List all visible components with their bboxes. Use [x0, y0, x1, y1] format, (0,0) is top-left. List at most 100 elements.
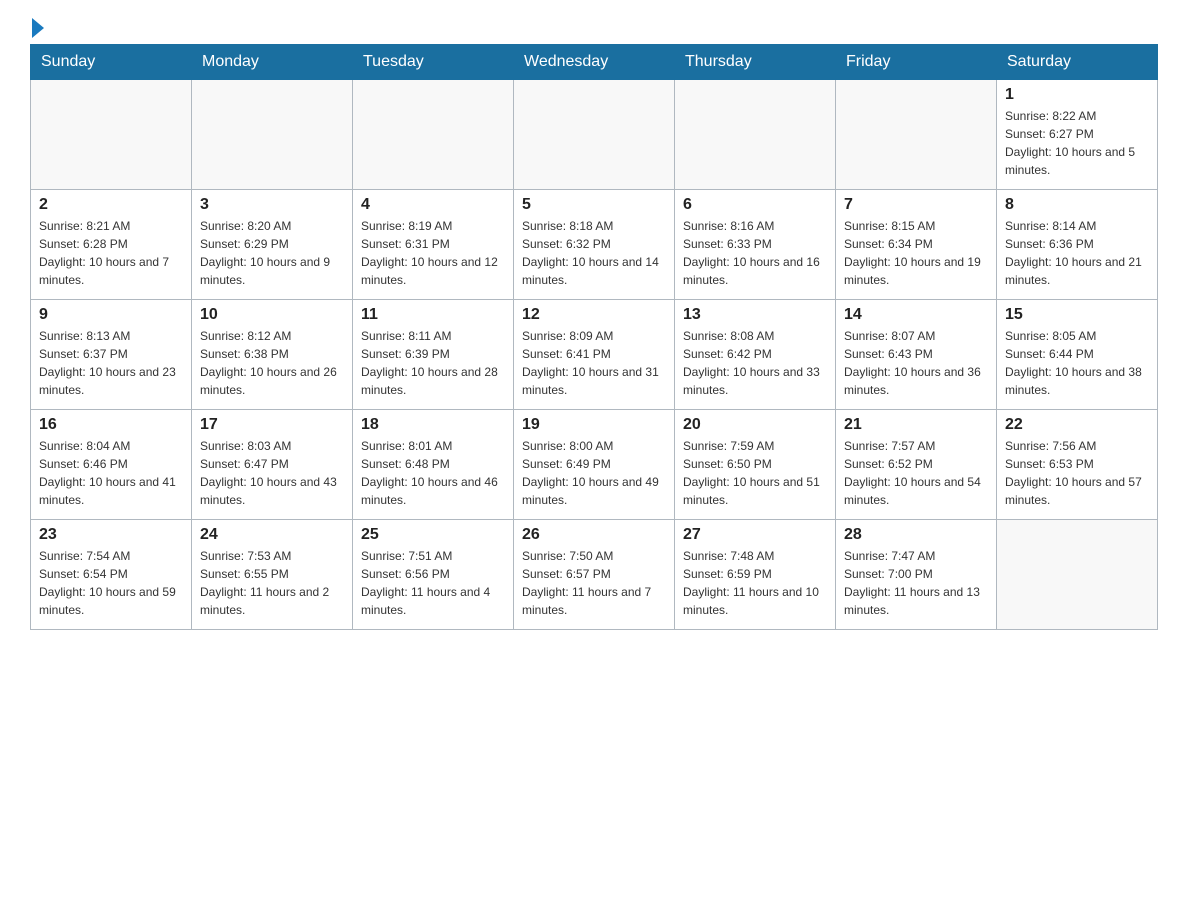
- calendar-week-row: 2 Sunrise: 8:21 AM Sunset: 6:28 PM Daylig…: [31, 190, 1158, 300]
- day-info: Sunrise: 8:07 AM Sunset: 6:43 PM Dayligh…: [844, 327, 988, 399]
- day-number: 25: [361, 526, 505, 544]
- calendar-week-row: 1 Sunrise: 8:22 AM Sunset: 6:27 PM Daylig…: [31, 80, 1158, 190]
- calendar-cell: [836, 80, 997, 190]
- weekday-header-tuesday: Tuesday: [353, 45, 514, 80]
- day-info: Sunrise: 8:08 AM Sunset: 6:42 PM Dayligh…: [683, 327, 827, 399]
- calendar-cell: 14 Sunrise: 8:07 AM Sunset: 6:43 PM Dayli…: [836, 300, 997, 410]
- day-number: 19: [522, 416, 666, 434]
- calendar-cell: 5 Sunrise: 8:18 AM Sunset: 6:32 PM Daylig…: [514, 190, 675, 300]
- weekday-header-row: SundayMondayTuesdayWednesdayThursdayFrid…: [31, 45, 1158, 80]
- day-info: Sunrise: 8:09 AM Sunset: 6:41 PM Dayligh…: [522, 327, 666, 399]
- weekday-header-sunday: Sunday: [31, 45, 192, 80]
- day-info: Sunrise: 8:21 AM Sunset: 6:28 PM Dayligh…: [39, 217, 183, 289]
- weekday-header-thursday: Thursday: [675, 45, 836, 80]
- day-info: Sunrise: 8:18 AM Sunset: 6:32 PM Dayligh…: [522, 217, 666, 289]
- day-info: Sunrise: 8:03 AM Sunset: 6:47 PM Dayligh…: [200, 437, 344, 509]
- day-info: Sunrise: 7:47 AM Sunset: 7:00 PM Dayligh…: [844, 547, 988, 619]
- day-info: Sunrise: 8:00 AM Sunset: 6:49 PM Dayligh…: [522, 437, 666, 509]
- day-info: Sunrise: 7:51 AM Sunset: 6:56 PM Dayligh…: [361, 547, 505, 619]
- day-number: 23: [39, 526, 183, 544]
- day-number: 27: [683, 526, 827, 544]
- day-number: 13: [683, 306, 827, 324]
- calendar-cell: 16Sunrise: 8:04 AM Sunset: 6:46 PM Dayli…: [31, 410, 192, 520]
- day-info: Sunrise: 7:57 AM Sunset: 6:52 PM Dayligh…: [844, 437, 988, 509]
- day-info: Sunrise: 8:05 AM Sunset: 6:44 PM Dayligh…: [1005, 327, 1149, 399]
- day-number: 2: [39, 196, 183, 214]
- calendar-cell: 2 Sunrise: 8:21 AM Sunset: 6:28 PM Daylig…: [31, 190, 192, 300]
- day-info: Sunrise: 8:19 AM Sunset: 6:31 PM Dayligh…: [361, 217, 505, 289]
- day-number: 10: [200, 306, 344, 324]
- day-info: Sunrise: 7:48 AM Sunset: 6:59 PM Dayligh…: [683, 547, 827, 619]
- calendar-cell: [31, 80, 192, 190]
- weekday-header-monday: Monday: [192, 45, 353, 80]
- calendar-cell: 20Sunrise: 7:59 AM Sunset: 6:50 PM Dayli…: [675, 410, 836, 520]
- day-number: 20: [683, 416, 827, 434]
- calendar-cell: 24 Sunrise: 7:53 AM Sunset: 6:55 PM Dayli…: [192, 520, 353, 630]
- day-info: Sunrise: 8:14 AM Sunset: 6:36 PM Dayligh…: [1005, 217, 1149, 289]
- weekday-header-saturday: Saturday: [997, 45, 1158, 80]
- calendar-week-row: 23 Sunrise: 7:54 AM Sunset: 6:54 PM Dayli…: [31, 520, 1158, 630]
- day-number: 8: [1005, 196, 1149, 214]
- calendar-cell: [997, 520, 1158, 630]
- calendar-header: SundayMondayTuesdayWednesdayThursdayFrid…: [31, 45, 1158, 80]
- day-number: 11: [361, 306, 505, 324]
- calendar-body: 1 Sunrise: 8:22 AM Sunset: 6:27 PM Daylig…: [31, 80, 1158, 630]
- calendar-cell: [353, 80, 514, 190]
- day-info: Sunrise: 8:16 AM Sunset: 6:33 PM Dayligh…: [683, 217, 827, 289]
- day-number: 14: [844, 306, 988, 324]
- day-info: Sunrise: 8:15 AM Sunset: 6:34 PM Dayligh…: [844, 217, 988, 289]
- calendar-cell: 28 Sunrise: 7:47 AM Sunset: 7:00 PM Dayli…: [836, 520, 997, 630]
- day-number: 15: [1005, 306, 1149, 324]
- day-info: Sunrise: 7:50 AM Sunset: 6:57 PM Dayligh…: [522, 547, 666, 619]
- day-number: 28: [844, 526, 988, 544]
- day-number: 24: [200, 526, 344, 544]
- calendar-cell: 9 Sunrise: 8:13 AM Sunset: 6:37 PM Daylig…: [31, 300, 192, 410]
- day-number: 4: [361, 196, 505, 214]
- calendar-cell: 21 Sunrise: 7:57 AM Sunset: 6:52 PM Dayli…: [836, 410, 997, 520]
- day-info: Sunrise: 7:56 AM Sunset: 6:53 PM Dayligh…: [1005, 437, 1149, 509]
- day-info: Sunrise: 8:01 AM Sunset: 6:48 PM Dayligh…: [361, 437, 505, 509]
- calendar-cell: 3Sunrise: 8:20 AM Sunset: 6:29 PM Daylig…: [192, 190, 353, 300]
- calendar-cell: 8 Sunrise: 8:14 AM Sunset: 6:36 PM Daylig…: [997, 190, 1158, 300]
- calendar-cell: 6Sunrise: 8:16 AM Sunset: 6:33 PM Daylig…: [675, 190, 836, 300]
- calendar-cell: 11 Sunrise: 8:11 AM Sunset: 6:39 PM Dayli…: [353, 300, 514, 410]
- day-number: 18: [361, 416, 505, 434]
- day-number: 9: [39, 306, 183, 324]
- calendar-cell: 4 Sunrise: 8:19 AM Sunset: 6:31 PM Daylig…: [353, 190, 514, 300]
- day-number: 7: [844, 196, 988, 214]
- day-number: 1: [1005, 86, 1149, 104]
- day-info: Sunrise: 8:04 AM Sunset: 6:46 PM Dayligh…: [39, 437, 183, 509]
- calendar-cell: 25 Sunrise: 7:51 AM Sunset: 6:56 PM Dayli…: [353, 520, 514, 630]
- calendar-week-row: 16Sunrise: 8:04 AM Sunset: 6:46 PM Dayli…: [31, 410, 1158, 520]
- calendar-cell: 1 Sunrise: 8:22 AM Sunset: 6:27 PM Daylig…: [997, 80, 1158, 190]
- calendar-cell: 12 Sunrise: 8:09 AM Sunset: 6:41 PM Dayli…: [514, 300, 675, 410]
- calendar-cell: [514, 80, 675, 190]
- calendar-cell: 27 Sunrise: 7:48 AM Sunset: 6:59 PM Dayli…: [675, 520, 836, 630]
- calendar-table: SundayMondayTuesdayWednesdayThursdayFrid…: [30, 44, 1158, 630]
- calendar-week-row: 9 Sunrise: 8:13 AM Sunset: 6:37 PM Daylig…: [31, 300, 1158, 410]
- calendar-cell: 22 Sunrise: 7:56 AM Sunset: 6:53 PM Dayli…: [997, 410, 1158, 520]
- page-header: [30, 20, 1158, 34]
- day-info: Sunrise: 8:11 AM Sunset: 6:39 PM Dayligh…: [361, 327, 505, 399]
- day-info: Sunrise: 7:54 AM Sunset: 6:54 PM Dayligh…: [39, 547, 183, 619]
- day-number: 26: [522, 526, 666, 544]
- day-number: 12: [522, 306, 666, 324]
- calendar-cell: [675, 80, 836, 190]
- calendar-cell: 10Sunrise: 8:12 AM Sunset: 6:38 PM Dayli…: [192, 300, 353, 410]
- day-info: Sunrise: 8:13 AM Sunset: 6:37 PM Dayligh…: [39, 327, 183, 399]
- logo: [30, 20, 44, 34]
- day-number: 21: [844, 416, 988, 434]
- day-number: 22: [1005, 416, 1149, 434]
- calendar-cell: 17Sunrise: 8:03 AM Sunset: 6:47 PM Dayli…: [192, 410, 353, 520]
- calendar-cell: 26 Sunrise: 7:50 AM Sunset: 6:57 PM Dayli…: [514, 520, 675, 630]
- calendar-cell: 7 Sunrise: 8:15 AM Sunset: 6:34 PM Daylig…: [836, 190, 997, 300]
- calendar-cell: 19 Sunrise: 8:00 AM Sunset: 6:49 PM Dayli…: [514, 410, 675, 520]
- day-number: 3: [200, 196, 344, 214]
- calendar-cell: 15 Sunrise: 8:05 AM Sunset: 6:44 PM Dayli…: [997, 300, 1158, 410]
- calendar-cell: 18 Sunrise: 8:01 AM Sunset: 6:48 PM Dayli…: [353, 410, 514, 520]
- day-info: Sunrise: 7:53 AM Sunset: 6:55 PM Dayligh…: [200, 547, 344, 619]
- logo-arrow-icon: [32, 18, 44, 38]
- calendar-cell: 13 Sunrise: 8:08 AM Sunset: 6:42 PM Dayli…: [675, 300, 836, 410]
- day-number: 5: [522, 196, 666, 214]
- day-info: Sunrise: 8:22 AM Sunset: 6:27 PM Dayligh…: [1005, 107, 1149, 179]
